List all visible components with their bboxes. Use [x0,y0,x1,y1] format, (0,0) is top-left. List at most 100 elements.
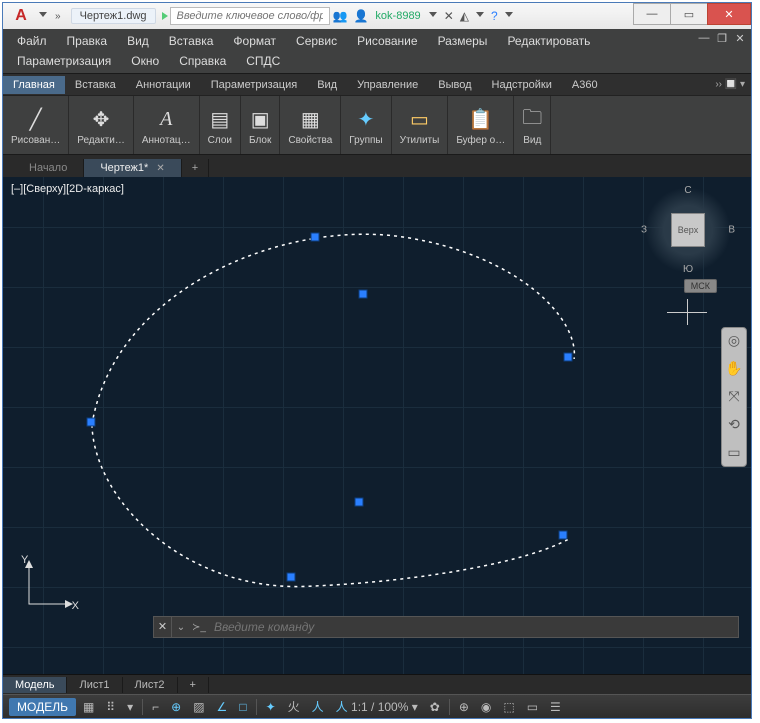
layout-sheet1[interactable]: Лист1 [67,677,122,693]
user-dropdown-icon[interactable] [429,12,437,20]
search-input[interactable] [170,7,330,25]
layout-add[interactable]: + [178,677,209,693]
layout-model[interactable]: Модель [3,677,67,693]
doc-close-icon[interactable]: ✕ [733,32,747,46]
menu-tools[interactable]: Сервис [286,31,347,51]
status-ortho-icon[interactable]: ⌐ [147,698,164,716]
grip-point[interactable] [287,573,296,582]
status-model-button[interactable]: МОДЕЛЬ [9,698,76,716]
panel-annotation[interactable]: AАннотац… [134,96,200,154]
ribtab-insert[interactable]: Вставка [65,76,126,94]
ribtab-home[interactable]: Главная [3,76,65,94]
viewcube-west[interactable]: З [641,225,647,236]
ribtab-annotate[interactable]: Аннотации [126,76,201,94]
viewcube-top-face[interactable]: Верх [671,213,705,247]
app-logo[interactable]: A [7,6,35,26]
menu-file[interactable]: Файл [7,31,57,51]
close-button[interactable]: ✕ [707,3,751,25]
status-hw-icon[interactable]: ◉ [476,698,496,716]
spline-curve[interactable] [3,177,751,662]
a360-icon[interactable]: ◭ [460,9,469,23]
viewcube-south[interactable]: Ю [683,264,693,275]
help-dropdown-icon[interactable] [505,12,513,20]
panel-view[interactable]: 🗀Вид [514,96,551,154]
nav-zoom-icon[interactable]: ⤧ [725,388,743,406]
ribtab-parametric[interactable]: Параметризация [201,76,307,94]
panel-clipboard[interactable]: 📋Буфер о… [448,96,514,154]
ucs-label[interactable]: МСК [684,279,717,293]
menu-modify[interactable]: Редактировать [497,31,600,51]
layout-sheet2[interactable]: Лист2 [123,677,178,693]
menu-parametric[interactable]: Параметризация [7,51,121,71]
status-grid-icon[interactable]: ▦ [78,698,99,716]
user-icon[interactable]: 👤 [353,9,368,23]
status-transparency-icon[interactable]: 火 [283,696,305,717]
doc-minimize-icon[interactable]: — [697,32,711,46]
grip-point[interactable] [559,531,568,540]
ribtab-overflow-icon[interactable]: ›› 🔲 ▾ [709,79,751,90]
menu-help[interactable]: Справка [169,51,236,71]
status-isolate-icon[interactable]: ⬚ [498,698,519,716]
tab-start[interactable]: Начало [13,159,84,177]
nav-wheel-icon[interactable]: ◎ [725,332,743,350]
minimize-button[interactable]: — [633,3,671,25]
nav-orbit-icon[interactable]: ⟲ [725,416,743,434]
drawing-canvas[interactable]: [–][Сверху][2D-каркас] Верх С Ю В З МСК … [3,177,751,674]
menu-insert[interactable]: Вставка [159,31,224,51]
panel-modify[interactable]: ✥Редакти… [69,96,134,154]
panel-block[interactable]: ▣Блок [241,96,280,154]
qat-expand-icon[interactable]: » [55,11,61,22]
view-cube[interactable]: Верх С Ю В З [645,187,731,273]
menu-format[interactable]: Формат [223,31,286,51]
grip-point[interactable] [355,498,364,507]
viewcube-north[interactable]: С [684,185,691,196]
grip-point[interactable] [564,353,573,362]
a360-dropdown-icon[interactable] [476,12,484,20]
panel-utilities[interactable]: ▭Утилиты [392,96,449,154]
menu-dimension[interactable]: Размеры [428,31,498,51]
tab-drawing1[interactable]: Чертеж1*✕ [84,159,181,177]
status-customize-icon[interactable]: ☰ [545,698,566,716]
menu-spds[interactable]: СПДС [236,51,290,71]
ribtab-output[interactable]: Вывод [428,76,481,94]
status-arrow-icon[interactable]: ▾ [122,698,138,716]
panel-groups[interactable]: ✦Группы [341,96,391,154]
command-input[interactable] [208,617,738,637]
menu-edit[interactable]: Правка [57,31,118,51]
status-anno-icon[interactable]: 人 [307,696,329,717]
viewcube-east[interactable]: В [728,225,735,236]
ribtab-addins[interactable]: Надстройки [482,76,562,94]
status-snap-icon[interactable]: ⠿ [101,698,120,716]
status-polar-icon[interactable]: ⊕ [166,698,186,716]
ribtab-a360[interactable]: A360 [562,76,608,94]
status-gear-icon[interactable]: ✿ [425,698,445,716]
cmdline-options-icon[interactable]: ⌄ [172,622,190,633]
status-cycling-icon[interactable]: ⊕ [454,698,474,716]
status-iso-icon[interactable]: ▨ [188,698,209,716]
signin-icon[interactable]: 👥 [333,9,348,23]
exchange-icon[interactable]: ✕ [444,9,454,23]
status-zoom[interactable]: 人 1:1 / 100% ▾ [331,696,423,717]
panel-properties[interactable]: ▦Свойства [280,96,341,154]
tab-new[interactable]: + [182,159,209,177]
grip-point[interactable] [87,418,96,427]
menu-window[interactable]: Окно [121,51,169,71]
panel-layers[interactable]: ▤Слои [200,96,241,154]
panel-draw[interactable]: ╱Рисован… [3,96,69,154]
status-lineweight-icon[interactable]: ✦ [261,698,281,716]
nav-showmotion-icon[interactable]: ▭ [725,444,743,462]
status-otrack-icon[interactable]: □ [234,698,251,716]
ribtab-manage[interactable]: Управление [347,76,428,94]
ribtab-view[interactable]: Вид [307,76,347,94]
cmdline-close-icon[interactable]: ✕ [154,617,172,637]
menu-draw[interactable]: Рисование [347,31,427,51]
qat-dropdown-icon[interactable] [39,12,47,20]
doc-restore-icon[interactable]: ❐ [715,32,729,46]
user-name[interactable]: kok-8989 [375,10,420,22]
grip-point[interactable] [311,233,320,242]
tab-close-icon[interactable]: ✕ [156,163,164,174]
help-icon[interactable]: ? [491,9,498,23]
status-clean-icon[interactable]: ▭ [522,698,543,716]
grip-point[interactable] [359,290,368,299]
maximize-button[interactable]: ▭ [670,3,708,25]
